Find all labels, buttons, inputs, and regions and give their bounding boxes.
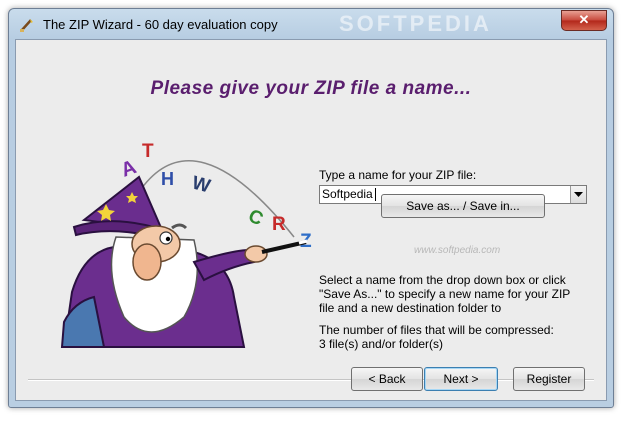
letter-w: W bbox=[190, 173, 213, 198]
close-button[interactable]: ✕ bbox=[561, 10, 607, 31]
name-prompt-label: Type a name for your ZIP file: bbox=[319, 168, 477, 182]
letter-t: T bbox=[142, 141, 154, 162]
text-cursor bbox=[375, 188, 376, 201]
softpedia-url-watermark: www.softpedia.com bbox=[414, 245, 501, 256]
zip-name-value[interactable]: Softpedia bbox=[322, 187, 373, 201]
letter-r: R bbox=[272, 214, 286, 235]
register-button[interactable]: Register bbox=[513, 367, 585, 391]
wizard-page: Please give your ZIP file a name... A T … bbox=[15, 39, 607, 401]
window-title: The ZIP Wizard - 60 day evaluation copy bbox=[43, 17, 278, 32]
footer-divider bbox=[28, 379, 594, 381]
save-as-button[interactable]: Save as... / Save in... bbox=[381, 194, 545, 218]
zip-wizard-icon bbox=[19, 17, 35, 33]
wizard-illustration: A T H W C R Z bbox=[60, 141, 312, 348]
softpedia-watermark: SOFTPEDIA bbox=[339, 11, 492, 36]
page-heading: Please give your ZIP file a name... bbox=[150, 78, 472, 99]
file-count-value: 3 file(s) and/or folder(s) bbox=[319, 337, 444, 351]
instructions-text: Select a name from the drop down box or … bbox=[319, 273, 571, 315]
letter-c: C bbox=[245, 205, 267, 230]
wizard-window: The ZIP Wizard - 60 day evaluation copy … bbox=[8, 8, 614, 408]
letter-a: A bbox=[118, 156, 139, 182]
file-count-label: The number of files that will be compres… bbox=[319, 323, 554, 337]
back-button[interactable]: < Back bbox=[351, 367, 423, 391]
chevron-down-icon bbox=[574, 192, 583, 197]
title-bar[interactable]: The ZIP Wizard - 60 day evaluation copy … bbox=[9, 9, 613, 39]
dropdown-button[interactable] bbox=[570, 186, 586, 203]
next-button[interactable]: Next > bbox=[424, 367, 498, 391]
letter-h: H bbox=[161, 169, 174, 189]
close-icon: ✕ bbox=[578, 12, 590, 27]
